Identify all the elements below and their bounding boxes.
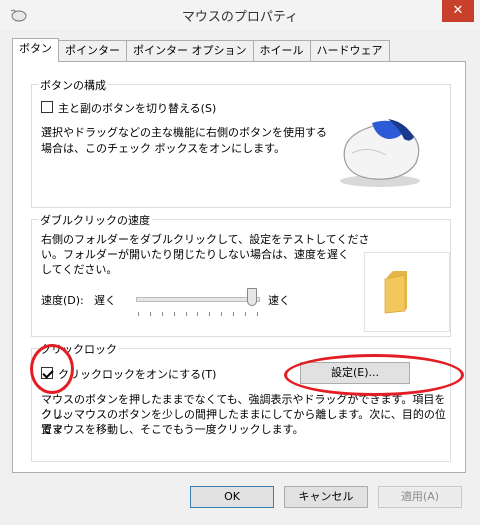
button-config-title: ボタンの構成 bbox=[38, 77, 108, 93]
swap-buttons-checkbox[interactable] bbox=[41, 101, 53, 113]
tab-strip: ボタン ポインター ポインター オプション ホイール ハードウェア bbox=[12, 38, 390, 62]
double-click-description-line2: い。フォルダーが開いたり閉じたりしない場合は、速度を遅く bbox=[41, 248, 349, 261]
swap-buttons-description-line1: 選択やドラッグなどの主な機能に右側のボタンを使用する bbox=[41, 126, 327, 139]
tab-pointer-options[interactable]: ポインター オプション bbox=[126, 40, 254, 61]
tab-buttons[interactable]: ボタン bbox=[12, 38, 59, 62]
apply-button[interactable]: 適用(A) bbox=[378, 486, 462, 508]
tab-pointers[interactable]: ポインター bbox=[58, 40, 127, 61]
click-lock-checkbox[interactable] bbox=[41, 367, 53, 379]
test-folder-area[interactable] bbox=[364, 252, 450, 332]
speed-slider-thumb[interactable] bbox=[247, 288, 257, 306]
cancel-button[interactable]: キャンセル bbox=[284, 486, 368, 508]
slow-label: 遅く bbox=[94, 294, 116, 307]
button-config-group: ボタンの構成 主と副のボタンを切り替える(S) 選択やドラッグなどの主な機能に右… bbox=[31, 77, 451, 208]
fast-label: 速く bbox=[268, 294, 290, 307]
click-lock-description-line3: でマウスを移動し、そこでもう一度クリックします。 bbox=[41, 423, 304, 436]
ok-button[interactable]: OK bbox=[190, 486, 274, 508]
window-title: マウスのプロパティ bbox=[181, 10, 299, 25]
speed-slider-track[interactable] bbox=[136, 297, 260, 302]
double-click-group: ダブルクリックの速度 右側のフォルダーをダブルクリックして、設定をテストしてくだ… bbox=[31, 212, 451, 337]
tab-wheel[interactable]: ホイール bbox=[252, 40, 311, 61]
swap-buttons-label[interactable]: 主と副のボタンを切り替える(S) bbox=[58, 100, 216, 116]
buttons-tab-panel: ボタンの構成 主と副のボタンを切り替える(S) 選択やドラッグなどの主な機能に右… bbox=[12, 61, 466, 473]
test-folder-icon bbox=[384, 271, 407, 314]
speed-slider-ticks bbox=[138, 312, 258, 318]
swap-buttons-description-line2: 場合は、このチェック ボックスをオンにします。 bbox=[41, 142, 286, 155]
click-lock-group: クリックロック クリックロックをオンにする(T) 設定(E)... マウスのボタ… bbox=[31, 341, 451, 462]
mouse-illustration-icon bbox=[340, 119, 420, 187]
title-bar[interactable]: マウスのプロパティ ✕ bbox=[0, 0, 480, 30]
double-click-description-line1: 右側のフォルダーをダブルクリックして、設定をテストしてくださ bbox=[41, 233, 370, 246]
click-lock-label[interactable]: クリックロックをオンにする(T) bbox=[58, 366, 216, 382]
close-button[interactable]: ✕ bbox=[442, 0, 474, 22]
double-click-description-line3: してください。 bbox=[41, 263, 118, 276]
mouse-properties-window: マウスのプロパティ ✕ ボタン ポインター ポインター オプション ホイール ハ… bbox=[0, 0, 480, 525]
tab-hardware[interactable]: ハードウェア bbox=[309, 40, 390, 61]
click-lock-settings-button[interactable]: 設定(E)... bbox=[300, 362, 410, 384]
click-lock-title: クリックロック bbox=[38, 341, 119, 357]
double-click-title: ダブルクリックの速度 bbox=[38, 212, 152, 228]
speed-label: 速度(D): bbox=[41, 294, 84, 307]
